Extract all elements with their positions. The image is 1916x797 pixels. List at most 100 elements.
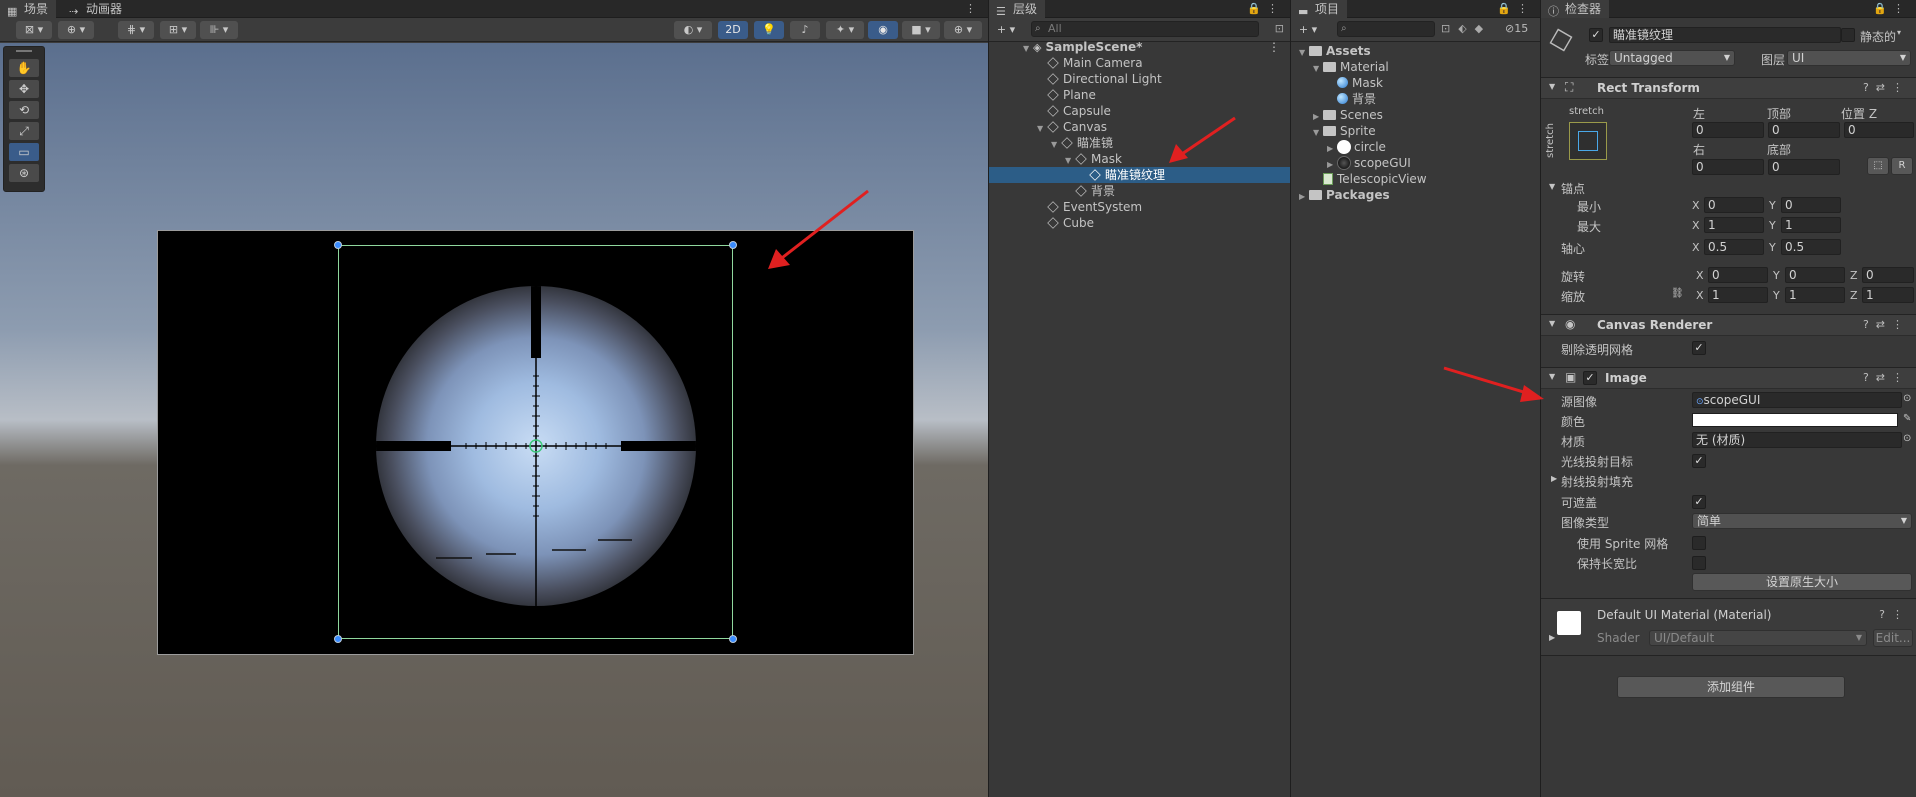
tab-scene[interactable]: ▦ 场景 — [0, 0, 57, 18]
scale-tool-icon[interactable]: ⤢ — [9, 122, 39, 140]
material-header-icons[interactable]: ?⋮ — [1879, 608, 1910, 621]
raycast-target-checkbox[interactable]: ✓ — [1692, 454, 1706, 468]
project-item-telescopicview-script[interactable]: TelescopicView — [1291, 171, 1540, 187]
scene-root-row[interactable]: ▼ ◈ SampleScene* ⋮ — [989, 39, 1290, 55]
panel-menu-icon[interactable]: ⋮ — [965, 0, 982, 18]
scene-viewport[interactable] — [0, 43, 988, 797]
hidden-objects-icon[interactable]: ◉ — [868, 21, 898, 39]
component-header-icons[interactable]: ?⇄⋮ — [1863, 371, 1910, 384]
layer-dropdown[interactable]: UI ▼ — [1787, 50, 1911, 66]
image-enabled-checkbox[interactable]: ✓ — [1583, 371, 1597, 385]
preserve-aspect-checkbox[interactable] — [1692, 556, 1706, 570]
link-icon[interactable]: ⛓ — [1671, 288, 1684, 299]
canvas-renderer-header[interactable]: ▼ ◉ Canvas Renderer ?⇄⋮ — [1541, 314, 1916, 336]
shading-mode-icon[interactable]: ◐ ▾ — [674, 21, 712, 39]
object-name-field[interactable]: 瞄准镜纹理 — [1609, 27, 1841, 43]
anchor-min-x[interactable]: 0 — [1704, 197, 1764, 213]
active-checkbox[interactable]: ✓ — [1589, 28, 1603, 42]
static-dropdown-icon[interactable]: ▾ — [1897, 28, 1901, 37]
search-options-icon[interactable]: ⊡ — [1275, 22, 1284, 35]
object-picker-icon[interactable]: ⊙ — [1903, 433, 1911, 444]
tab-hierarchy[interactable]: ☰ 层级 — [989, 0, 1046, 18]
scale-y[interactable]: 1 — [1785, 287, 1845, 303]
top-field[interactable]: 0 — [1768, 122, 1840, 138]
project-item-background-material[interactable]: 背景 — [1291, 91, 1540, 107]
tab-project[interactable]: ▬ 项目 — [1291, 0, 1348, 18]
cull-transparent-checkbox[interactable]: ✓ — [1692, 341, 1706, 355]
anchor-min-y[interactable]: 0 — [1781, 197, 1841, 213]
hierarchy-item-eventsystem[interactable]: EventSystem — [989, 199, 1290, 215]
move-tool-icon[interactable]: ✥ — [9, 80, 39, 98]
hierarchy-item-canvas[interactable]: ▼ Canvas — [989, 119, 1290, 135]
hierarchy-item-capsule[interactable]: Capsule — [989, 103, 1290, 119]
rotation-y[interactable]: 0 — [1785, 267, 1845, 283]
lighting-icon[interactable]: 💡 — [754, 21, 784, 39]
draw-mode-dropdown[interactable]: ⊠ ▾ — [16, 21, 52, 39]
lock-menu-icon[interactable]: 🔒⋮ — [1873, 0, 1910, 18]
fold-arrow-icon[interactable]: ▼ — [1549, 182, 1555, 191]
create-asset-button[interactable]: + ▾ — [1295, 21, 1321, 39]
edit-shader-button[interactable]: Edit... — [1873, 629, 1913, 647]
project-item-assets[interactable]: ▼ Assets — [1291, 43, 1540, 59]
pivot-x[interactable]: 0.5 — [1704, 239, 1764, 255]
hierarchy-item-cube[interactable]: Cube — [989, 215, 1290, 231]
anchor-max-y[interactable]: 1 — [1781, 217, 1841, 233]
hierarchy-item-mask[interactable]: ▼ Mask — [989, 151, 1290, 167]
tab-animator[interactable]: ⇢ 动画器 — [62, 0, 130, 18]
image-type-dropdown[interactable]: 简单 ▼ — [1692, 513, 1912, 529]
hierarchy-item-directional-light[interactable]: Directional Light — [989, 71, 1290, 87]
rotate-tool-icon[interactable]: ⟲ — [9, 101, 39, 119]
ruler-icon[interactable]: ⊪ ▾ — [200, 21, 238, 39]
tab-inspector[interactable]: ⓘ 检查器 — [1541, 0, 1610, 18]
fold-arrow-icon[interactable]: ▼ — [1549, 319, 1555, 328]
right-field[interactable]: 0 — [1692, 159, 1764, 175]
project-item-packages[interactable]: ▶ Packages — [1291, 187, 1540, 203]
eyedropper-icon[interactable]: ✎ — [1903, 413, 1911, 424]
static-checkbox[interactable] — [1841, 28, 1855, 42]
anchor-max-x[interactable]: 1 — [1704, 217, 1764, 233]
rect-transform-outline[interactable] — [338, 245, 733, 639]
add-object-button[interactable]: + ▾ — [993, 21, 1019, 39]
audio-icon[interactable]: ♪ — [790, 21, 820, 39]
rect-handle-top-left[interactable] — [334, 241, 342, 249]
object-picker-icon[interactable]: ⊙ — [1903, 393, 1911, 404]
project-item-scenes-folder[interactable]: ▶ Scenes — [1291, 107, 1540, 123]
fold-arrow-icon[interactable]: ▼ — [1549, 372, 1555, 381]
project-item-circle-sprite[interactable]: ▶ circle — [1291, 139, 1540, 155]
hierarchy-item-main-camera[interactable]: Main Camera — [989, 55, 1290, 71]
scale-z[interactable]: 1 — [1862, 287, 1914, 303]
filter-icons[interactable]: ⊡⬖◆ — [1441, 22, 1491, 35]
effects-icon[interactable]: ✦ ▾ — [826, 21, 864, 39]
rect-handle-top-right[interactable] — [729, 241, 737, 249]
rect-handle-bottom-left[interactable] — [334, 635, 342, 643]
left-field[interactable]: 0 — [1692, 122, 1764, 138]
anchor-preset-button[interactable] — [1569, 122, 1607, 160]
project-item-scopegui-sprite[interactable]: ▶ scopeGUI — [1291, 155, 1540, 171]
bottom-field[interactable]: 0 — [1768, 159, 1840, 175]
rect-handle-bottom-right[interactable] — [729, 635, 737, 643]
project-search-input[interactable]: ⌕ — [1337, 21, 1435, 37]
hierarchy-item-plane[interactable]: Plane — [989, 87, 1290, 103]
posz-field[interactable]: 0 — [1844, 122, 1914, 138]
rotation-z[interactable]: 0 — [1862, 267, 1914, 283]
lock-menu-icon[interactable]: 🔒⋮ — [1247, 0, 1284, 18]
fold-arrow-icon[interactable]: ▶ — [1551, 474, 1557, 483]
global-icon[interactable]: ⊕ ▾ — [58, 21, 94, 39]
hierarchy-item-scope-texture[interactable]: 瞄准镜纹理 — [989, 167, 1290, 183]
material-field[interactable]: 无 (材质) — [1692, 432, 1902, 448]
fold-arrow-icon[interactable]: ▶ — [1549, 633, 1555, 642]
hierarchy-search-input[interactable]: ⌕ All — [1031, 21, 1259, 37]
hidden-packages-counter[interactable]: ⊘15 — [1505, 22, 1528, 35]
toggle-2d-button[interactable]: 2D — [718, 21, 748, 39]
project-item-mask-material[interactable]: Mask — [1291, 75, 1540, 91]
add-component-button[interactable]: 添加组件 — [1617, 676, 1845, 698]
maskable-checkbox[interactable]: ✓ — [1692, 495, 1706, 509]
project-item-material-folder[interactable]: ▼ Material — [1291, 59, 1540, 75]
lock-menu-icon[interactable]: 🔒⋮ — [1497, 0, 1534, 18]
gizmos-icon[interactable]: ⊕ ▾ — [944, 21, 982, 39]
project-item-sprite-folder[interactable]: ▼ Sprite — [1291, 123, 1540, 139]
hand-tool-icon[interactable]: ✋ — [9, 59, 39, 77]
tag-dropdown[interactable]: Untagged ▼ — [1609, 50, 1735, 66]
fold-arrow-icon[interactable]: ▶ — [1299, 189, 1309, 205]
rect-transform-header[interactable]: ▼ ⛶ Rect Transform ?⇄⋮ — [1541, 77, 1916, 99]
